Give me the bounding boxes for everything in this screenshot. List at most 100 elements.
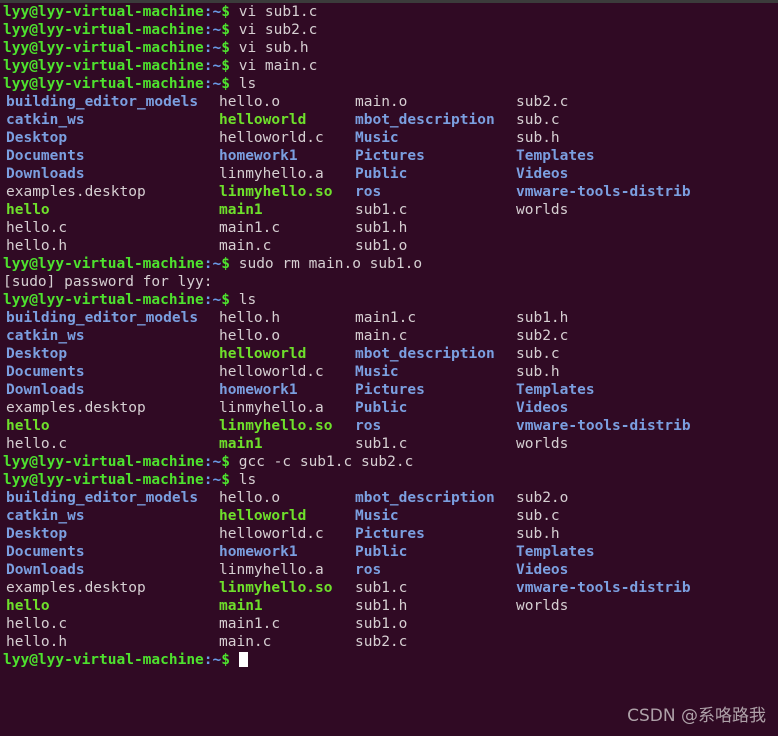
ls-entry: hello — [6, 418, 50, 434]
ls-entry: homework1 — [219, 148, 298, 164]
ls-entry: Pictures — [355, 148, 425, 164]
ls-entry: main.o — [355, 94, 408, 110]
ls-entry: homework1 — [219, 382, 298, 398]
ls-entry: helloworld.c — [219, 526, 324, 542]
command-text: ls — [230, 76, 257, 92]
ls-entry: hello.h — [6, 634, 68, 650]
watermark: CSDN @系咯路我 — [627, 706, 766, 726]
ls-entry: sub.c — [516, 508, 560, 524]
ls-output-row: Desktop helloworld.c Music sub.h — [3, 129, 778, 147]
ls-entry: main.c — [355, 328, 408, 344]
ls-entry: sub.c — [516, 112, 560, 128]
ls-entry: catkin_ws — [6, 508, 85, 524]
prompt-colon: : — [203, 22, 213, 38]
ls-entry: main1.c — [355, 310, 417, 326]
ls-output-row: examples.desktop linmyhello.so sub1.c vmwar… — [3, 579, 778, 597]
ls-entry: vmware-tools-distrib — [516, 418, 691, 434]
ls-entry: ros — [355, 562, 382, 578]
prompt-user-host: lyy@lyy-virtual-machine — [3, 256, 204, 272]
ls-entry: linmyhello.a — [219, 562, 324, 578]
ls-entry: sub1.c — [355, 202, 408, 218]
prompt-colon: : — [203, 58, 213, 74]
prompt-path: ~ — [212, 76, 222, 92]
ls-entry: sub.h — [516, 364, 560, 380]
ls-entry: Videos — [516, 400, 569, 416]
ls-entry: ros — [355, 184, 382, 200]
ls-entry: Public — [355, 166, 408, 182]
prompt-sigil: $ — [221, 454, 230, 470]
ls-entry: Documents — [6, 148, 85, 164]
prompt-sigil: $ — [221, 652, 230, 668]
ls-entry: main1 — [219, 436, 263, 452]
ls-entry: mbot_description — [355, 112, 495, 128]
prompt-colon: : — [203, 76, 213, 92]
prompt-path: ~ — [212, 292, 222, 308]
ls-entry: catkin_ws — [6, 328, 85, 344]
ls-entry: sub1.c — [355, 580, 408, 596]
ls-entry: Templates — [516, 148, 595, 164]
ls-entry: Desktop — [6, 526, 68, 542]
terminal-output-line: [sudo] password for lyy: — [3, 273, 778, 291]
ls-entry: helloworld — [219, 508, 307, 524]
terminal-prompt-line[interactable]: lyy@lyy-virtual-machine:~$ ls — [3, 471, 778, 489]
ls-entry: ros — [355, 418, 382, 434]
prompt-colon: : — [203, 292, 213, 308]
prompt-path: ~ — [212, 58, 222, 74]
prompt-user-host: lyy@lyy-virtual-machine — [3, 22, 204, 38]
ls-entry: helloworld.c — [219, 364, 324, 380]
ls-entry: main1 — [219, 598, 263, 614]
ls-output-row: building_editor_models hello.o mbot_descri… — [3, 489, 778, 507]
terminal-screen[interactable]: lyy@lyy-virtual-machine:~$ vi sub1.c lyy@… — [0, 3, 778, 669]
prompt-user-host: lyy@lyy-virtual-machine — [3, 58, 204, 74]
ls-entry: main1.c — [219, 220, 281, 236]
ls-output-row: catkin_ws hello.o main.c sub2.c — [3, 327, 778, 345]
terminal-prompt-line[interactable]: lyy@lyy-virtual-machine:~$ ls — [3, 75, 778, 93]
prompt-sigil: $ — [221, 40, 230, 56]
prompt-user-host: lyy@lyy-virtual-machine — [3, 40, 204, 56]
prompt-user-host: lyy@lyy-virtual-machine — [3, 652, 204, 668]
terminal-prompt-line[interactable]: lyy@lyy-virtual-machine:~$ vi sub2.c — [3, 21, 778, 39]
ls-entry: worlds — [516, 202, 569, 218]
ls-output-row: hello.c main1 sub1.c worlds — [3, 435, 778, 453]
ls-output-row: building_editor_models hello.o main.o sub2.… — [3, 93, 778, 111]
ls-entry: sub1.o — [355, 616, 408, 632]
ls-output-row: hello linmyhello.so ros vmware-tools-distri… — [3, 417, 778, 435]
terminal-prompt-line[interactable]: lyy@lyy-virtual-machine:~$ vi sub1.c — [3, 3, 778, 21]
ls-entry: linmyhello.so — [219, 184, 333, 200]
ls-entry: main.c — [219, 634, 272, 650]
command-text: gcc -c sub1.c sub2.c — [230, 454, 414, 470]
ls-output-row: catkin_ws helloworld Music sub.c — [3, 507, 778, 525]
ls-entry: hello.o — [219, 94, 281, 110]
command-text: ls — [230, 292, 257, 308]
terminal-window[interactable]: lyy@lyy-virtual-machine:~$ vi sub1.c lyy@… — [0, 0, 778, 736]
ls-entry: main1.c — [219, 616, 281, 632]
command-text: vi sub2.c — [230, 22, 318, 38]
ls-entry: worlds — [516, 436, 569, 452]
ls-entry: vmware-tools-distrib — [516, 580, 691, 596]
prompt-sigil: $ — [221, 292, 230, 308]
command-text: vi sub1.c — [230, 4, 318, 20]
ls-entry: Downloads — [6, 166, 85, 182]
terminal-prompt-line[interactable]: lyy@lyy-virtual-machine:~$ gcc -c sub1.c… — [3, 453, 778, 471]
ls-entry: examples.desktop — [6, 184, 146, 200]
terminal-prompt-line[interactable]: lyy@lyy-virtual-machine:~$ sudo rm main.… — [3, 255, 778, 273]
terminal-prompt-line[interactable]: lyy@lyy-virtual-machine:~$ vi sub.h — [3, 39, 778, 57]
prompt-sigil: $ — [221, 256, 230, 272]
prompt-path: ~ — [212, 454, 222, 470]
ls-entry: Pictures — [355, 526, 425, 542]
ls-output-row: hello.c main1.c sub1.h — [3, 219, 778, 237]
prompt-colon: : — [203, 256, 213, 272]
prompt-sigil: $ — [221, 58, 230, 74]
terminal-prompt-line[interactable]: lyy@lyy-virtual-machine:~$ — [3, 651, 778, 669]
ls-entry: hello — [6, 202, 50, 218]
ls-output-row: Documents helloworld.c Music sub.h — [3, 363, 778, 381]
ls-entry: hello.h — [6, 238, 68, 254]
terminal-prompt-line[interactable]: lyy@lyy-virtual-machine:~$ vi main.c — [3, 57, 778, 75]
ls-entry: sub2.o — [516, 490, 569, 506]
ls-entry: Documents — [6, 364, 85, 380]
prompt-path: ~ — [212, 652, 222, 668]
ls-output-row: building_editor_models hello.h main1.c sub1… — [3, 309, 778, 327]
terminal-prompt-line[interactable]: lyy@lyy-virtual-machine:~$ ls — [3, 291, 778, 309]
prompt-sigil: $ — [221, 22, 230, 38]
prompt-sigil: $ — [221, 76, 230, 92]
